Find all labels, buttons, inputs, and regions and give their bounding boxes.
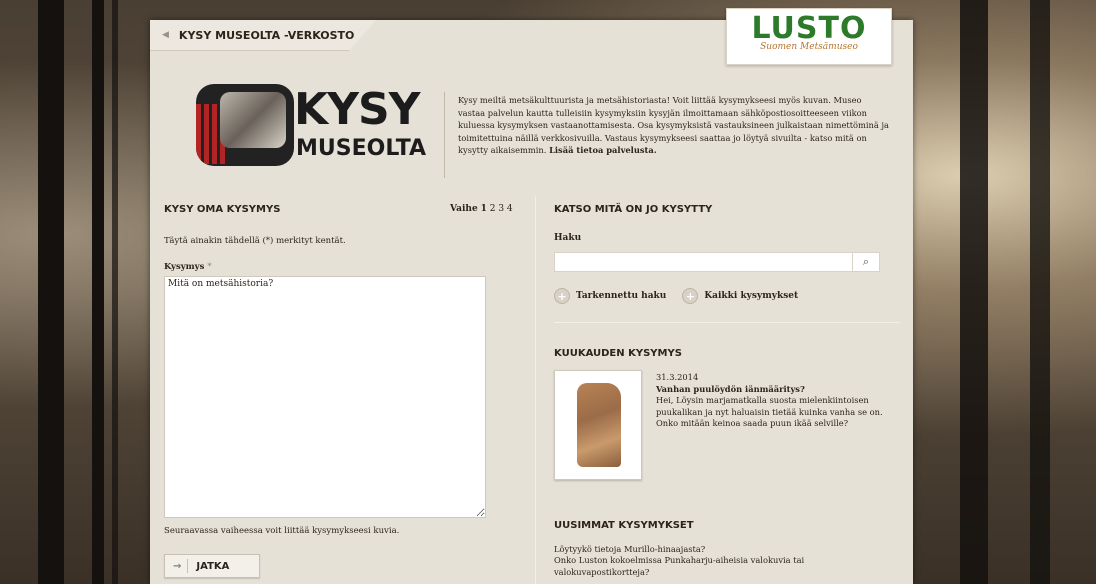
intro-text: Kysy meiltä metsäkulttuurista ja metsähi… — [458, 94, 890, 157]
main-content-panel: ◀ KYSY MUSEOLTA -VERKOSTO LUSTO Suomen M… — [150, 8, 913, 584]
search-icon[interactable]: ⌕ — [852, 253, 879, 271]
question-date: 31.3.2014 — [656, 372, 699, 382]
search-links: + Tarkennettu haku + Kaikki kysymykset — [554, 288, 798, 304]
step-indicator: Vaihe 1 2 3 4 — [450, 204, 513, 214]
plus-icon: + — [554, 288, 570, 304]
advanced-search-label: Tarkennettu haku — [576, 291, 667, 301]
step-1: 1 — [480, 204, 487, 214]
tree-trunk — [112, 0, 118, 584]
tree-trunk — [960, 0, 988, 584]
brand-name: LUSTO — [751, 11, 867, 46]
intro-body: Kysy meiltä metsäkulttuurista ja metsähi… — [458, 95, 889, 156]
step-2: 2 — [489, 204, 496, 214]
search-input[interactable] — [558, 257, 852, 275]
advanced-search-link[interactable]: + Tarkennettu haku — [554, 288, 666, 304]
network-link[interactable]: ◀ KYSY MUSEOLTA -VERKOSTO — [150, 20, 376, 51]
question-of-month-image[interactable] — [554, 370, 642, 480]
network-link-label: KYSY MUSEOLTA -VERKOSTO — [178, 28, 355, 42]
kysy-museolta-logo: KYSY MUSEOLTA — [176, 78, 426, 174]
more-info-link[interactable]: Lisää tietoa palvelusta. — [549, 145, 657, 155]
all-questions-label: Kaikki kysymykset — [704, 291, 799, 301]
question-title-link[interactable]: Vanhan puulöydön iänmääritys? — [656, 384, 906, 396]
required-fields-note: Täytä ainakin tähdellä (*) merkityt kent… — [164, 236, 346, 246]
latest-questions-title: UUSIMMAT KYSYMYKSET — [554, 520, 694, 531]
divider — [444, 92, 445, 178]
step-4: 4 — [506, 204, 513, 214]
browse-title: KATSO MITÄ ON JO KYSYTTY — [554, 204, 713, 215]
all-questions-link[interactable]: + Kaikki kysymykset — [682, 288, 798, 304]
wooden-artifact-image — [577, 383, 621, 467]
section-divider — [554, 322, 900, 323]
question-excerpt: Hei, Löysin marjamatkalla suosta mielenk… — [656, 395, 883, 429]
lusto-logo[interactable]: LUSTO Suomen Metsämuseo — [726, 8, 892, 65]
back-arrow-icon: ◀ — [162, 30, 169, 40]
column-divider — [535, 196, 536, 584]
continue-button[interactable]: → JATKA — [164, 554, 260, 578]
speech-bubble-image — [196, 84, 294, 166]
button-divider — [187, 559, 189, 573]
tree-trunk — [1030, 0, 1050, 584]
continue-button-label: JATKA — [196, 560, 230, 572]
logo-text-kysy: KYSY — [294, 84, 421, 135]
tree-trunk — [92, 0, 104, 584]
question-label: Kysymys * — [164, 262, 212, 272]
search-field: ⌕ — [554, 252, 880, 275]
question-textarea[interactable]: Mitä on metsähistoria? — [164, 276, 486, 518]
required-marker: * — [207, 262, 212, 272]
question-of-month-title: KUUKAUDEN KYSYMYS — [554, 348, 682, 359]
search-label: Haku — [554, 233, 582, 243]
tree-trunk — [38, 0, 64, 584]
latest-question-item[interactable]: Onko Luston kokoelmissa Punkaharju-aihei… — [554, 555, 894, 578]
latest-questions-list: Löytyykö tietoja Murillo-hinaajasta? Onk… — [554, 544, 894, 578]
plus-icon: + — [682, 288, 699, 304]
arrow-right-icon: → — [173, 560, 182, 572]
question-of-month-entry: 31.3.2014 Vanhan puulöydön iänmääritys? … — [656, 372, 906, 430]
next-step-note: Seuraavassa vaiheessa voit liittää kysym… — [164, 526, 400, 536]
step-3: 3 — [498, 204, 505, 214]
logo-text-museolta: MUSEOLTA — [296, 136, 427, 161]
steps-label: Vaihe — [450, 204, 478, 214]
latest-question-item[interactable]: Löytyykö tietoja Murillo-hinaajasta? — [554, 544, 894, 555]
historical-photo — [220, 92, 286, 148]
question-label-text: Kysymys — [164, 262, 205, 272]
browse-section: KATSO MITÄ ON JO KYSYTTY — [554, 204, 900, 215]
